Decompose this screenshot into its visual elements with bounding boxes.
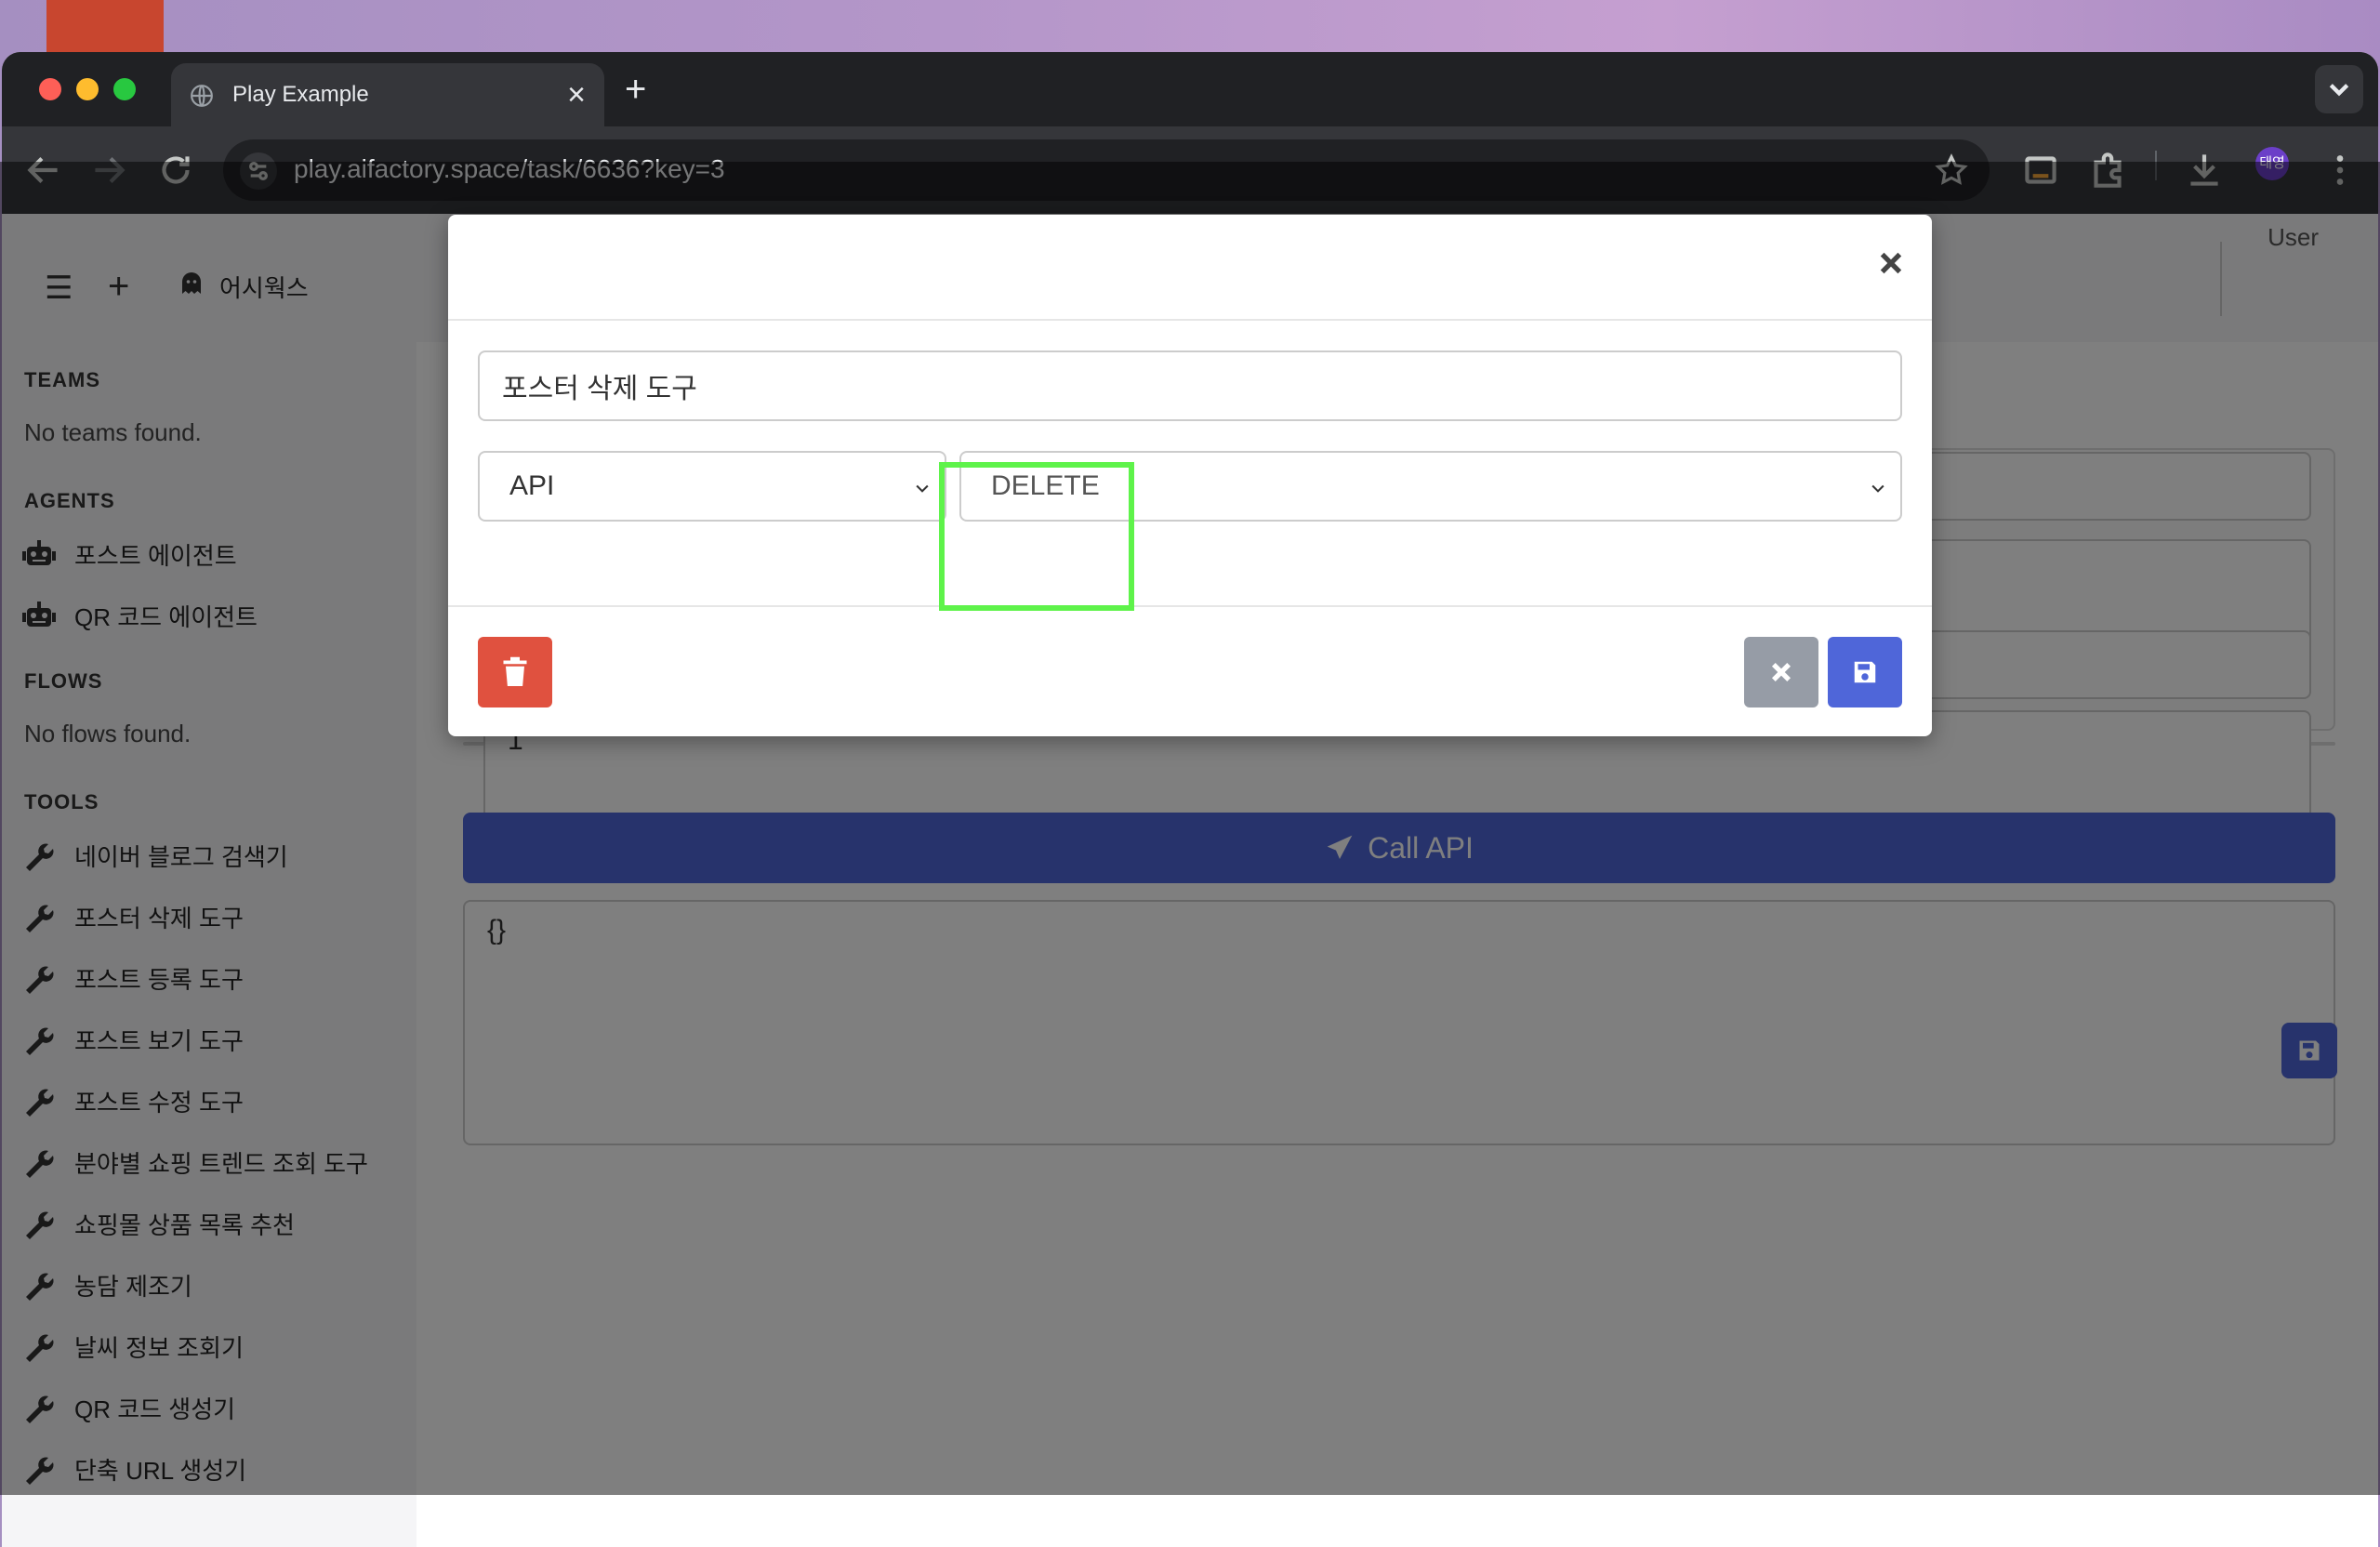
globe-icon (191, 85, 213, 107)
tab-title: Play Example (232, 82, 369, 107)
new-tab-button[interactable]: + (625, 71, 646, 108)
window-close-button[interactable] (39, 78, 61, 100)
edit-tool-modal: API DELETE (448, 215, 1932, 736)
trash-icon (503, 656, 527, 686)
close-icon[interactable] (1876, 248, 1906, 278)
tool-name-input[interactable] (478, 350, 1902, 421)
desktop-app-tile (46, 0, 164, 52)
floppy-disk-icon (1854, 661, 1876, 683)
chevron-down-icon (2329, 84, 2349, 97)
save-button[interactable] (1828, 637, 1902, 707)
tool-type-value: API (509, 470, 555, 501)
tab-close-icon[interactable]: × (567, 76, 586, 113)
browser-tab[interactable]: Play Example × (171, 63, 604, 126)
cancel-button[interactable] (1744, 637, 1818, 707)
tab-strip: Play Example × + (2, 52, 2378, 126)
window-zoom-button[interactable] (113, 78, 136, 100)
close-icon (1771, 662, 1792, 682)
window-minimize-button[interactable] (76, 78, 99, 100)
chevron-down-icon (1871, 484, 1884, 493)
chevron-down-icon (916, 484, 929, 493)
tab-search-button[interactable] (2315, 65, 2363, 113)
tool-type-select[interactable]: API (478, 451, 946, 522)
modal-footer-divider (448, 605, 1932, 607)
highlight-box (939, 462, 1134, 611)
delete-button[interactable] (478, 637, 552, 707)
modal-header (448, 215, 1932, 321)
